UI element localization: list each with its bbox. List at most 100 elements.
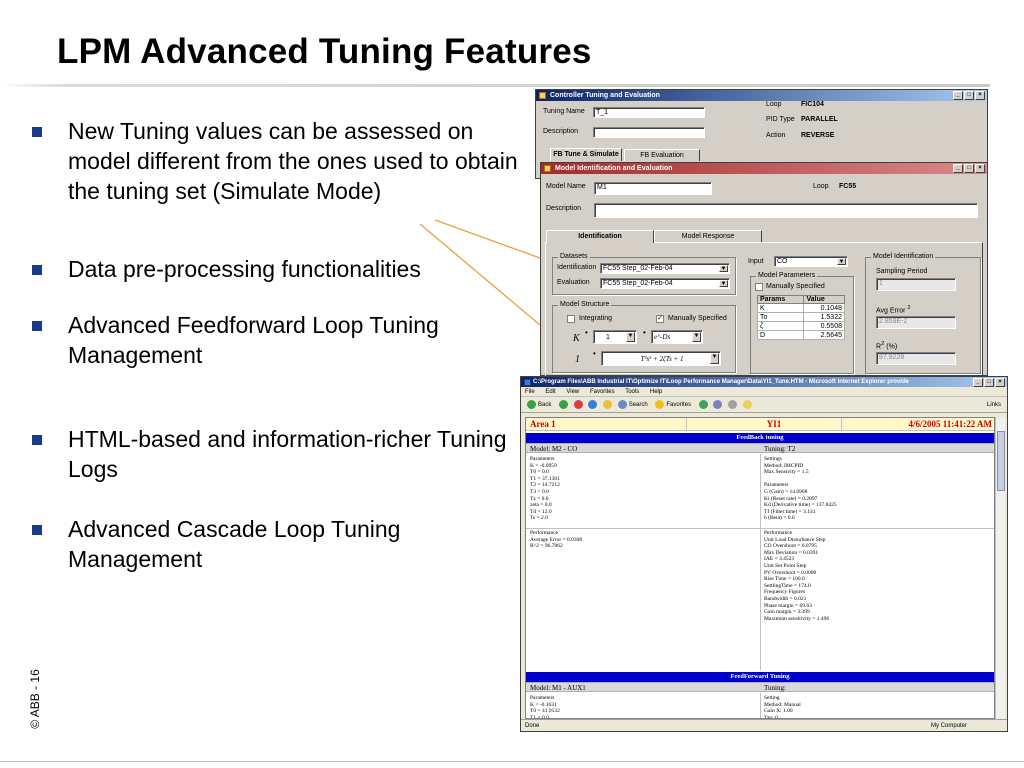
header-separator: [841, 418, 842, 431]
maximize-button[interactable]: □: [964, 91, 974, 100]
vertical-scrollbar[interactable]: [995, 417, 1005, 719]
status-text: Done: [525, 723, 540, 729]
manually-specified-checkbox[interactable]: [755, 283, 763, 291]
ff-parameters-text: Parameters K = -0.1631 T0 = 41.9132 T1 =…: [530, 695, 560, 719]
ff-tuning-label: Tuning:: [764, 684, 786, 692]
model-parameters-title: Model Parameters: [756, 272, 818, 279]
search-button[interactable]: Search: [629, 402, 648, 408]
favorites-button[interactable]: Favorites: [666, 402, 691, 408]
maximize-button[interactable]: □: [964, 164, 974, 173]
bullet-text: Advanced Cascade Loop Tuning Management: [68, 516, 401, 572]
browser-content: Area 1 YI1 4/6/2005 11:41:22 AM FeedBack…: [525, 417, 995, 719]
browser-toolbar: Back Search Favorites Links: [521, 397, 1007, 413]
window-title: Controller Tuning and Evaluation: [550, 92, 660, 99]
menu-bar: File Edit View Favorites Tools Help: [521, 387, 1007, 397]
back-arrow-icon[interactable]: [527, 399, 536, 409]
search-icon[interactable]: [617, 399, 627, 409]
fb-performance-text: Performance Average Error = 0.0308 R^2 =…: [530, 530, 583, 550]
table-row[interactable]: To 1.5322: [756, 312, 845, 322]
refresh-icon[interactable]: [588, 399, 598, 409]
multiply-dot: •: [643, 328, 646, 337]
fb-tuning-label: Tuning: T2: [764, 445, 796, 453]
column-divider: [760, 693, 761, 718]
minimize-button[interactable]: _: [953, 91, 963, 100]
model-structure-group: Model Structure Integrating ✓ Manually S…: [552, 301, 736, 373]
back-button[interactable]: Back: [538, 402, 551, 408]
minimize-button[interactable]: _: [953, 164, 963, 173]
model-identification-group: Model Identification Sampling Period 1 A…: [865, 253, 981, 374]
row-divider: [526, 528, 994, 529]
menu-view[interactable]: View: [566, 389, 579, 395]
description-input[interactable]: [593, 127, 705, 138]
table-row[interactable]: K 0.1048: [756, 303, 845, 313]
tab-model-response[interactable]: Model Response: [654, 230, 762, 242]
model-identification-titlebar: Model Identification and Evaluation _ □ …: [541, 163, 987, 174]
pid-type-value: PARALLEL: [801, 116, 838, 123]
loop-label: Loop: [766, 101, 782, 108]
chevron-down-icon: ▼: [626, 332, 635, 342]
menu-help[interactable]: Help: [650, 389, 662, 395]
chevron-down-icon: ▼: [719, 265, 728, 272]
gain-select[interactable]: 1 ▼: [593, 330, 637, 344]
r-squared-label: R2 (%): [876, 341, 898, 351]
integrating-checkbox[interactable]: [567, 315, 575, 323]
links-button[interactable]: Links: [987, 397, 1001, 413]
history-icon[interactable]: [698, 399, 708, 409]
evaluation-label: Evaluation: [557, 279, 590, 286]
bullet-square-icon: [32, 525, 42, 535]
close-button[interactable]: ×: [995, 378, 1005, 387]
loop-value: FIC104: [801, 101, 824, 108]
params-header: Params: [756, 295, 805, 304]
forward-arrow-icon[interactable]: [559, 399, 569, 409]
home-icon[interactable]: [603, 399, 613, 409]
print-icon[interactable]: [728, 399, 738, 409]
maximize-button[interactable]: □: [984, 378, 994, 387]
tuning-name-input[interactable]: T_1: [593, 107, 705, 118]
browser-window: C:\Program Files\ABB Industrial IT\Optim…: [520, 376, 1008, 732]
close-button[interactable]: ×: [975, 164, 985, 173]
value-header: Value: [803, 295, 845, 304]
identification-label: Identification: [557, 264, 597, 271]
menu-favorites[interactable]: Favorites: [590, 389, 615, 395]
denominator-select[interactable]: T²s² + 2ζTs + 1 ▼: [601, 351, 721, 366]
tuning-name-label: Tuning Name: [543, 108, 585, 115]
manually-specified-structure-checkbox[interactable]: ✓: [656, 315, 664, 323]
close-button[interactable]: ×: [975, 91, 985, 100]
report-header-row: Area 1 YI1 4/6/2005 11:41:22 AM: [526, 418, 994, 431]
favorites-star-icon[interactable]: [655, 399, 665, 409]
menu-tools[interactable]: Tools: [625, 389, 639, 395]
description-input[interactable]: [594, 203, 978, 218]
loop-value: FC55: [839, 183, 857, 190]
scrollbar-thumb[interactable]: [997, 431, 1005, 491]
model-name-input[interactable]: M1: [594, 182, 712, 195]
stop-icon[interactable]: [573, 399, 583, 409]
input-select[interactable]: CO ▼: [774, 256, 848, 267]
folder-icon[interactable]: [742, 399, 752, 409]
menu-edit[interactable]: Edit: [545, 389, 555, 395]
tag-name: YI1: [766, 419, 782, 429]
chevron-down-icon: ▼: [692, 332, 701, 342]
gain-symbol: K: [573, 333, 580, 344]
model-identification-title: Model Identification: [871, 253, 936, 260]
title-divider: [0, 84, 990, 87]
integrating-label: Integrating: [579, 315, 613, 322]
identification-select[interactable]: FC55 Step_02-Feb-04 ▼: [600, 263, 730, 274]
fb-model-label: Model: M2 - CO: [530, 445, 578, 453]
evaluation-select[interactable]: FC55 Step_02-Feb-04 ▼: [600, 278, 730, 289]
controller-tuning-titlebar: Controller Tuning and Evaluation _ □ ×: [536, 90, 987, 101]
tab-fb-evaluation[interactable]: FB Evaluation: [624, 149, 700, 161]
tab-identification[interactable]: Identification: [546, 230, 654, 243]
delay-select[interactable]: e^-Ds ▼: [651, 330, 703, 344]
table-row[interactable]: D 2.5645: [756, 330, 845, 340]
bullet-square-icon: [32, 435, 42, 445]
mail-icon[interactable]: [713, 399, 723, 409]
chevron-down-icon: ▼: [837, 258, 846, 265]
multiply-dot: •: [585, 328, 588, 337]
bullet-square-icon: [32, 321, 42, 331]
table-row[interactable]: ζ 0.5508: [756, 321, 845, 331]
window-title: C:\Program Files\ABB Industrial IT\Optim…: [533, 379, 909, 385]
manually-specified-structure-label: Manually Specified: [668, 315, 727, 322]
tab-fb-tune-simulate[interactable]: FB Tune & Simulate: [550, 148, 622, 161]
minimize-button[interactable]: _: [973, 378, 983, 387]
menu-file[interactable]: File: [525, 389, 535, 395]
